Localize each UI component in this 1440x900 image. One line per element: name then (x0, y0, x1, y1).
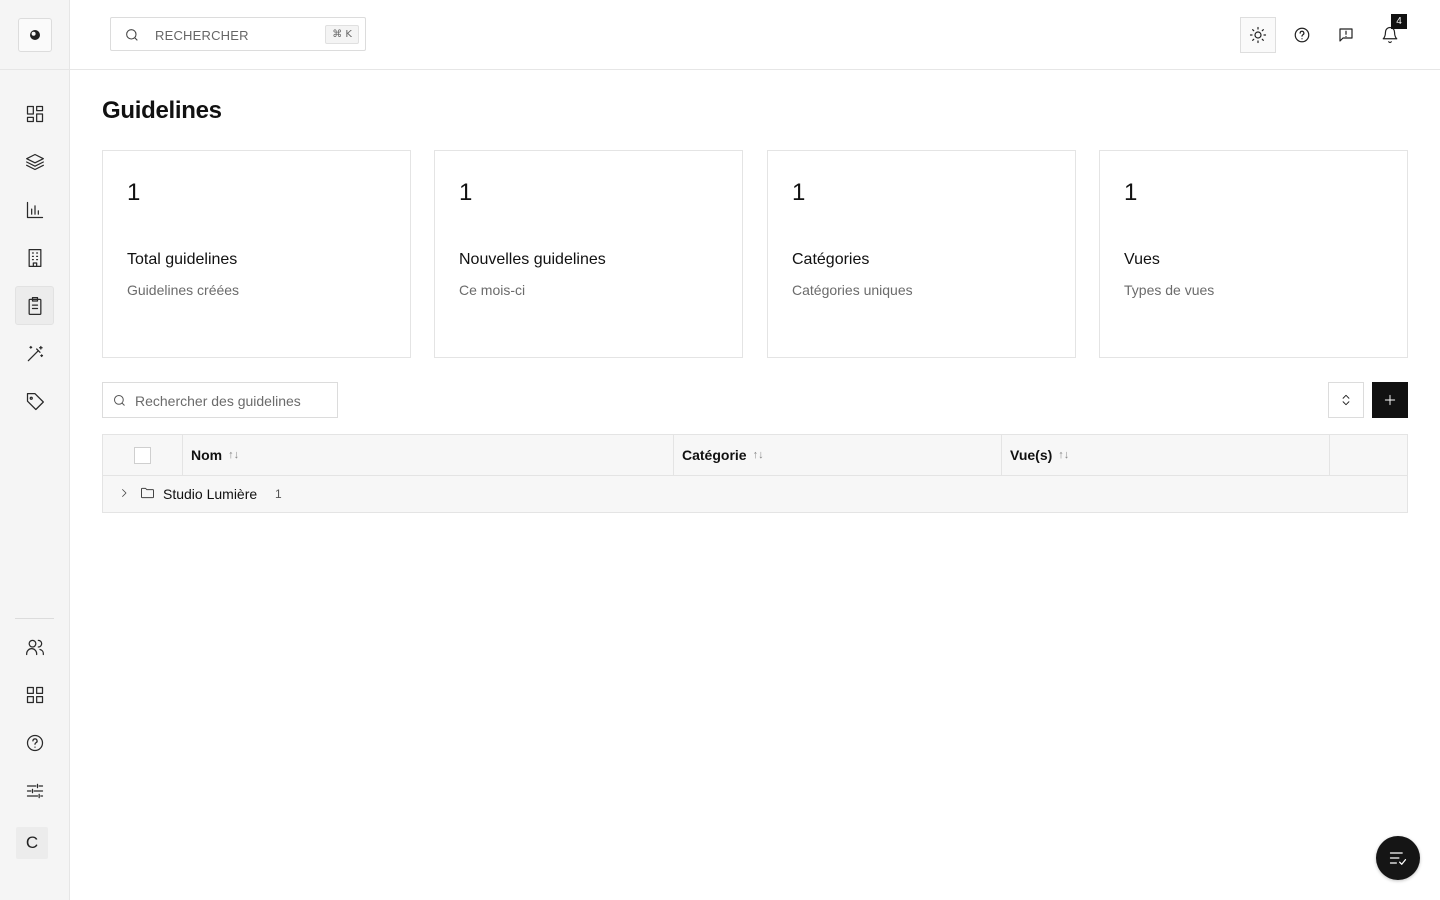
guidelines-search-placeholder: Rechercher des guidelines (135, 393, 301, 409)
group-name: Studio Lumière (163, 486, 258, 502)
stat-title: Catégories (792, 251, 870, 268)
sidebar-item-analytics[interactable] (15, 190, 54, 229)
chevron-right-icon[interactable] (118, 487, 130, 499)
table-group-row[interactable]: Studio Lumière 1 (103, 476, 1407, 512)
stat-value: 1 (792, 179, 806, 206)
stat-card-views: 1 Vues Types de vues (1099, 150, 1408, 358)
sidebar-item-organization[interactable] (15, 238, 54, 277)
column-header-category[interactable]: Catégorie ↑↓ (674, 435, 1002, 475)
notification-badge: 4 (1391, 14, 1407, 29)
sidebar-item-users[interactable] (15, 627, 54, 666)
stat-subtitle: Types de vues (1124, 282, 1215, 298)
column-header-name[interactable]: Nom ↑↓ (183, 435, 674, 475)
chevrons-up-down-icon (1342, 394, 1350, 406)
sort-icon: ↑↓ (228, 449, 240, 461)
stat-card-categories: 1 Catégories Catégories uniques (767, 150, 1076, 358)
sidebar-item-apps[interactable] (15, 675, 54, 714)
chart-icon (26, 201, 43, 218)
search-placeholder: RECHERCHER (155, 28, 249, 43)
table-header: Nom ↑↓ Catégorie ↑↓ Vue(s) ↑↓ (103, 435, 1407, 476)
expand-collapse-button[interactable] (1328, 382, 1364, 418)
column-label: Vue(s) (1010, 447, 1053, 463)
global-search-input[interactable]: RECHERCHER ⌘ K (110, 17, 366, 51)
sidebar-item-settings[interactable] (15, 771, 54, 810)
avatar[interactable]: C (16, 827, 48, 859)
building-icon (28, 248, 41, 267)
stat-card-new: 1 Nouvelles guidelines Ce mois-ci (434, 150, 743, 358)
column-label: Nom (191, 447, 223, 463)
users-icon (25, 639, 44, 655)
guidelines-search-input[interactable]: Rechercher des guidelines (102, 382, 338, 418)
page-title: Guidelines (102, 97, 222, 124)
sun-icon (1249, 26, 1267, 44)
stat-subtitle: Ce mois-ci (459, 282, 526, 298)
sidebar: C (0, 0, 70, 900)
dashboard-icon (26, 105, 43, 122)
sidebar-item-dashboard[interactable] (15, 94, 54, 133)
help-circle-icon (1294, 27, 1310, 43)
select-all-checkbox[interactable] (134, 446, 151, 464)
app-logo[interactable] (17, 17, 52, 52)
column-header-views[interactable]: Vue(s) ↑↓ (1002, 435, 1330, 475)
notifications-button[interactable]: 4 (1372, 14, 1408, 53)
add-guideline-button[interactable] (1372, 382, 1408, 418)
stat-title: Nouvelles guidelines (459, 251, 606, 268)
help-icon (26, 734, 43, 751)
sidebar-item-tags[interactable] (15, 382, 54, 421)
sort-icon: ↑↓ (752, 449, 764, 461)
help-button[interactable] (1284, 17, 1320, 53)
sidebar-item-layers[interactable] (15, 142, 54, 181)
stat-title: Vues (1124, 251, 1160, 268)
search-icon (126, 29, 138, 41)
stat-title: Total guidelines (127, 251, 238, 268)
keyboard-shortcut: ⌘ K (325, 25, 359, 44)
sidebar-item-magic[interactable] (15, 334, 54, 373)
stat-value: 1 (459, 179, 473, 206)
top-bar: RECHERCHER ⌘ K 4 (70, 0, 1440, 70)
folder-icon (141, 487, 154, 499)
column-header-actions (1330, 435, 1408, 475)
layers-icon (25, 153, 44, 170)
sort-icon: ↑↓ (1058, 449, 1070, 461)
column-label: Catégorie (682, 447, 747, 463)
search-icon (114, 395, 125, 406)
message-alert-icon (1339, 28, 1353, 42)
sidebar-item-guidelines[interactable] (15, 286, 54, 325)
list-check-icon (1389, 852, 1407, 865)
logo-icon (29, 29, 40, 40)
stat-value: 1 (127, 179, 141, 206)
plus-icon (1384, 394, 1396, 406)
clipboard-icon (28, 296, 41, 315)
tag-icon (26, 392, 44, 410)
stat-subtitle: Catégories uniques (792, 282, 913, 298)
group-count: 1 (275, 487, 282, 501)
sliders-icon (26, 783, 43, 798)
sidebar-item-help[interactable] (15, 723, 54, 762)
apps-icon (26, 686, 43, 703)
theme-toggle-button[interactable] (1240, 17, 1276, 53)
feedback-button[interactable] (1328, 17, 1364, 53)
logo-container (0, 0, 69, 70)
stat-subtitle: Guidelines créées (127, 282, 240, 298)
sidebar-divider (15, 618, 54, 619)
select-all-cell (103, 435, 183, 475)
stat-value: 1 (1124, 179, 1138, 206)
magic-wand-icon (27, 345, 43, 361)
guidelines-table: Nom ↑↓ Catégorie ↑↓ Vue(s) ↑↓ Studio Lum… (102, 434, 1408, 513)
floating-action-button[interactable] (1376, 836, 1420, 880)
stat-card-total: 1 Total guidelines Guidelines créées (102, 150, 411, 358)
